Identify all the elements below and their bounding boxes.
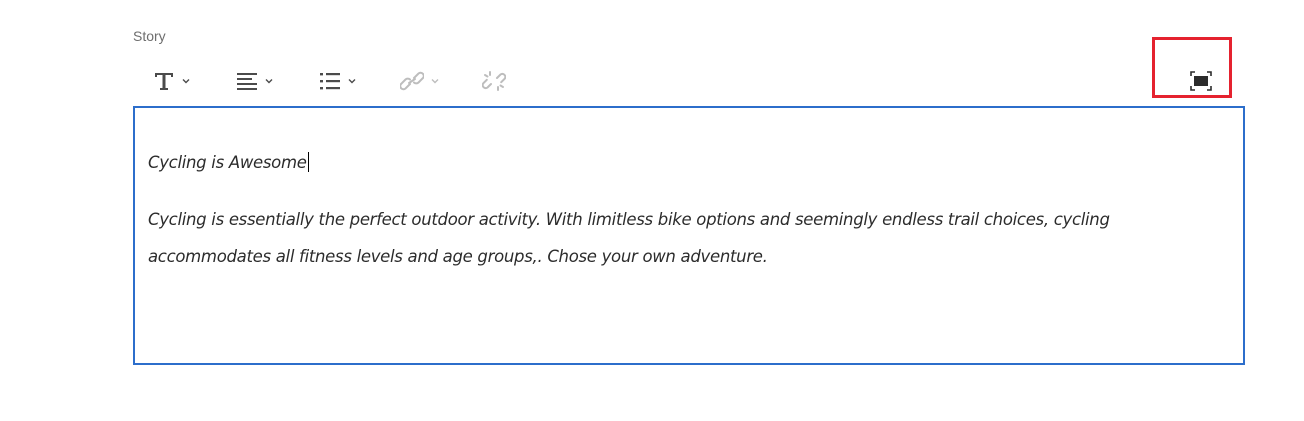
story-field-label: Story xyxy=(133,28,166,44)
chevron-down-icon xyxy=(182,79,190,84)
list-button[interactable] xyxy=(319,60,357,102)
editor-heading: Cycling is Awesome xyxy=(148,152,309,172)
text-format-icon xyxy=(155,73,173,90)
chevron-down-icon xyxy=(431,79,439,84)
chevron-down-icon xyxy=(348,79,356,84)
unlink-button[interactable] xyxy=(482,60,506,102)
fullscreen-icon xyxy=(1190,71,1212,91)
editor-paragraph: Cycling is essentially the perfect outdo… xyxy=(148,210,1110,266)
unlink-icon xyxy=(482,71,506,91)
text-format-button[interactable] xyxy=(153,60,191,102)
chevron-down-icon xyxy=(265,79,273,84)
justify-button[interactable] xyxy=(236,60,274,102)
link-icon xyxy=(400,71,424,91)
story-text-editor[interactable]: Cycling is Awesome Cycling is essentiall… xyxy=(133,106,1245,365)
link-button[interactable] xyxy=(400,60,440,102)
rich-text-toolbar xyxy=(133,60,1244,102)
bulleted-list-icon xyxy=(320,73,340,90)
fullscreen-button[interactable] xyxy=(1182,62,1220,100)
text-caret xyxy=(307,152,309,172)
align-left-icon xyxy=(237,73,257,90)
